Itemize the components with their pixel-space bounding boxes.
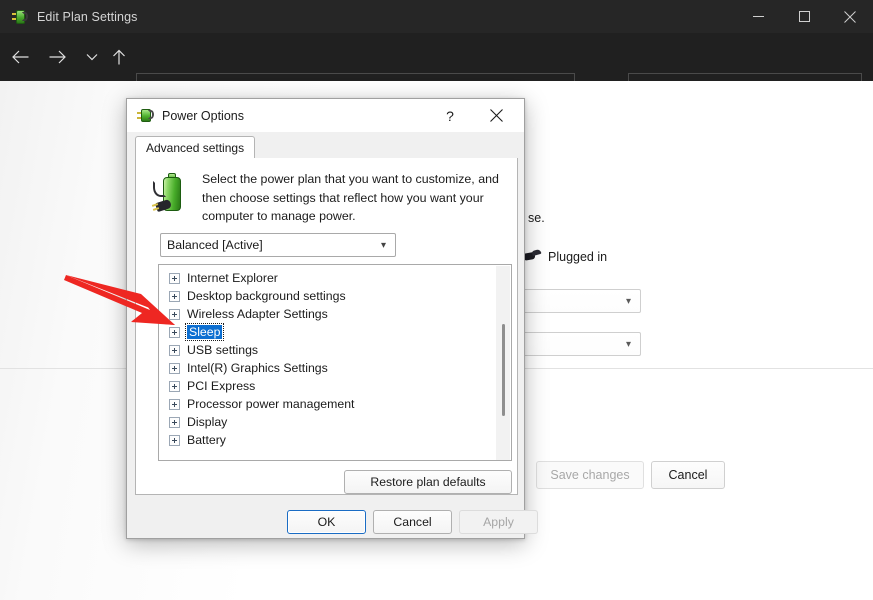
expand-icon[interactable] bbox=[169, 326, 180, 338]
close-icon[interactable] bbox=[827, 0, 873, 33]
window-title-bar: Edit Plan Settings bbox=[0, 0, 873, 33]
tree-item-label: Internet Explorer bbox=[187, 271, 278, 285]
battery-plug-icon bbox=[150, 172, 194, 220]
power-options-dialog: Power Options ? Advanced settings Select… bbox=[126, 98, 538, 539]
tree-item-label: Wireless Adapter Settings bbox=[187, 307, 328, 321]
save-changes-button[interactable]: Save changes bbox=[536, 461, 644, 489]
expand-icon[interactable] bbox=[169, 308, 180, 320]
window-title: Edit Plan Settings bbox=[37, 9, 138, 24]
tree-item-label: Desktop background settings bbox=[187, 289, 346, 303]
forward-arrow-icon[interactable] bbox=[42, 42, 72, 72]
tree-item-battery[interactable]: Battery bbox=[159, 431, 511, 449]
power-plug-icon bbox=[12, 9, 28, 25]
expand-icon[interactable] bbox=[169, 416, 180, 428]
tree-item-intel-graphics-settings[interactable]: Intel(R) Graphics Settings bbox=[159, 359, 511, 377]
chevron-down-icon[interactable] bbox=[77, 42, 107, 72]
expand-icon[interactable] bbox=[169, 398, 180, 410]
chevron-down-icon: ▾ bbox=[380, 239, 386, 251]
tree-item-sleep[interactable]: Sleep bbox=[159, 323, 511, 341]
expand-icon[interactable] bbox=[169, 434, 180, 446]
restore-plan-defaults-button[interactable]: Restore plan defaults bbox=[344, 470, 512, 494]
maximize-icon[interactable] bbox=[781, 0, 827, 33]
apply-button[interactable]: Apply bbox=[459, 510, 538, 534]
tree-item-desktop-background-settings[interactable]: Desktop background settings bbox=[159, 287, 511, 305]
expand-icon[interactable] bbox=[169, 344, 180, 356]
ok-button[interactable]: OK bbox=[287, 510, 366, 534]
control-panel-window: Edit Plan Settings Search Control Panel … bbox=[0, 0, 873, 600]
navigation-bar: « Power Options › Edit Plan Settings bbox=[0, 33, 873, 106]
expand-icon[interactable] bbox=[169, 272, 180, 284]
tree-item-processor-power-management[interactable]: Processor power management bbox=[159, 395, 511, 413]
tree-item-pci-express[interactable]: PCI Express bbox=[159, 377, 511, 395]
tree-item-label: PCI Express bbox=[187, 379, 256, 393]
background-text-fragment: se. bbox=[528, 211, 545, 225]
up-arrow-icon[interactable] bbox=[104, 42, 134, 72]
settings-tree-list[interactable]: Internet Explorer Desktop background set… bbox=[158, 264, 512, 461]
expand-icon[interactable] bbox=[169, 362, 180, 374]
power-plan-value: Balanced [Active] bbox=[167, 238, 263, 252]
tree-item-label: Sleep bbox=[184, 323, 225, 341]
dialog-info-row: Select the power plan that you want to c… bbox=[144, 168, 509, 226]
tree-item-label: USB settings bbox=[187, 343, 259, 357]
tree-item-internet-explorer[interactable]: Internet Explorer bbox=[159, 269, 511, 287]
tab-advanced-settings[interactable]: Advanced settings bbox=[135, 136, 256, 159]
cancel-button-dialog[interactable]: Cancel bbox=[373, 510, 452, 534]
help-button[interactable]: ? bbox=[434, 99, 466, 132]
tree-item-label: Display bbox=[187, 415, 228, 429]
expand-icon[interactable] bbox=[169, 290, 180, 302]
power-plan-combobox[interactable]: Balanced [Active] ▾ bbox=[160, 233, 396, 257]
dialog-title: Power Options bbox=[162, 108, 244, 123]
plugged-in-column-header: Plugged in bbox=[520, 248, 607, 266]
advanced-settings-panel: Select the power plan that you want to c… bbox=[135, 158, 518, 495]
close-icon[interactable] bbox=[478, 99, 514, 132]
chevron-down-icon: ▾ bbox=[625, 295, 631, 307]
tree-item-label: Intel(R) Graphics Settings bbox=[187, 361, 328, 375]
tree-scrollbar[interactable] bbox=[496, 266, 510, 460]
expand-icon[interactable] bbox=[169, 380, 180, 392]
tree-item-wireless-adapter-settings[interactable]: Wireless Adapter Settings bbox=[159, 305, 511, 323]
back-arrow-icon[interactable] bbox=[5, 42, 35, 72]
cancel-button-background[interactable]: Cancel bbox=[651, 461, 725, 489]
tree-item-display[interactable]: Display bbox=[159, 413, 511, 431]
dialog-info-text: Select the power plan that you want to c… bbox=[202, 172, 499, 223]
minimize-icon[interactable] bbox=[735, 0, 781, 33]
tree-item-usb-settings[interactable]: USB settings bbox=[159, 341, 511, 359]
plugged-in-label: Plugged in bbox=[548, 250, 608, 264]
tree-item-label: Processor power management bbox=[187, 397, 355, 411]
tab-strip: Advanced settings bbox=[135, 136, 518, 159]
tree-scrollbar-thumb[interactable] bbox=[502, 324, 505, 416]
tree-item-label: Battery bbox=[187, 433, 226, 447]
chevron-down-icon: ▾ bbox=[625, 338, 631, 350]
dialog-title-bar: Power Options ? bbox=[127, 99, 524, 132]
power-plug-icon bbox=[137, 107, 154, 124]
window-controls bbox=[735, 0, 873, 33]
